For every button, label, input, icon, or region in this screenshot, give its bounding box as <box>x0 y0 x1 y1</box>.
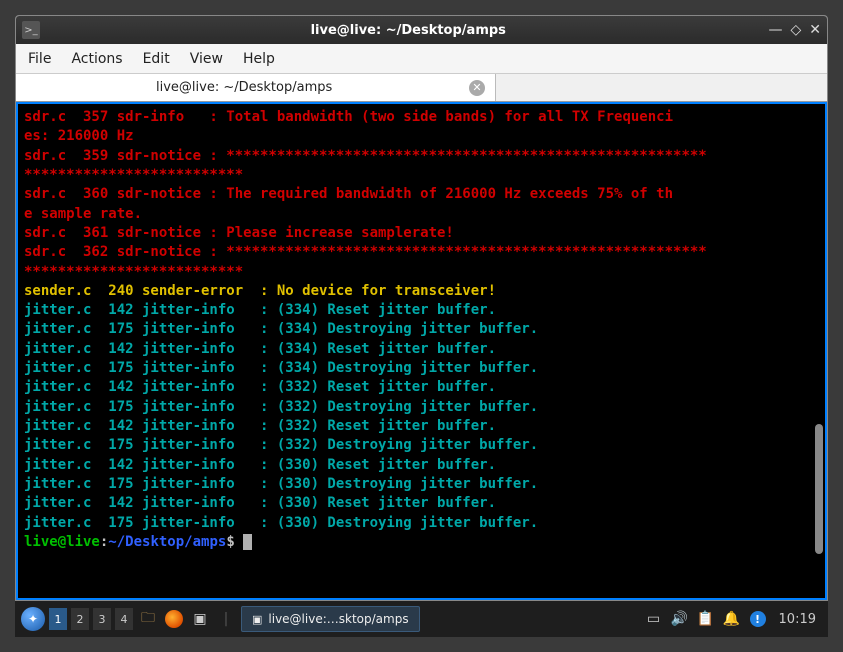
terminal-line: sdr.c 357 sdr-info : Total bandwidth (tw… <box>24 108 819 127</box>
tabbar: live@live: ~/Desktop/amps ✕ <box>16 74 827 102</box>
menu-file[interactable]: File <box>28 51 51 67</box>
terminal-line: sdr.c 360 sdr-notice : The required band… <box>24 185 819 204</box>
terminal-line: e sample rate. <box>24 205 819 224</box>
workspace-2[interactable]: 2 <box>71 608 89 630</box>
terminal-line: ************************** <box>24 263 819 282</box>
terminal-line: jitter.c 175 jitter-info : (332) Destroy… <box>24 436 819 455</box>
terminal-prompt[interactable]: live@live:~/Desktop/amps$ <box>24 533 819 552</box>
maximize-button[interactable]: ◇ <box>790 22 801 38</box>
close-button[interactable]: ✕ <box>809 22 821 38</box>
firefox-icon[interactable] <box>163 608 185 630</box>
terminal-line: jitter.c 175 jitter-info : (330) Destroy… <box>24 475 819 494</box>
taskbar-window-label: live@live:…sktop/amps <box>268 612 408 626</box>
terminal-line: jitter.c 175 jitter-info : (330) Destroy… <box>24 514 819 533</box>
cursor-icon <box>243 534 252 550</box>
window-title: live@live: ~/Desktop/amps <box>48 23 768 38</box>
terminal-line: jitter.c 175 jitter-info : (334) Destroy… <box>24 320 819 339</box>
terminal-line: sdr.c 362 sdr-notice : *****************… <box>24 243 819 262</box>
terminal-window: >_ live@live: ~/Desktop/amps — ◇ ✕ File … <box>15 15 828 601</box>
terminal-line: jitter.c 142 jitter-info : (330) Reset j… <box>24 456 819 475</box>
terminal-line: jitter.c 142 jitter-info : (334) Reset j… <box>24 301 819 320</box>
separator-icon: | <box>215 608 237 630</box>
terminal-line: jitter.c 142 jitter-info : (330) Reset j… <box>24 494 819 513</box>
terminal-app-icon: >_ <box>22 21 40 39</box>
terminal-line: ************************** <box>24 166 819 185</box>
titlebar[interactable]: >_ live@live: ~/Desktop/amps — ◇ ✕ <box>16 16 827 44</box>
terminal-line: jitter.c 142 jitter-info : (334) Reset j… <box>24 340 819 359</box>
file-manager-icon[interactable]: 🗀 <box>137 608 159 630</box>
menu-help[interactable]: Help <box>243 51 275 67</box>
tab-close-icon[interactable]: ✕ <box>469 80 485 96</box>
menubar: File Actions Edit View Help <box>16 44 827 74</box>
clipboard-icon[interactable]: 📋 <box>695 608 717 630</box>
tab-label: live@live: ~/Desktop/amps <box>156 80 332 95</box>
network-icon[interactable]: 🔔 <box>721 608 743 630</box>
terminal-tab[interactable]: live@live: ~/Desktop/amps ✕ <box>16 74 496 101</box>
terminal-line: sender.c 240 sender-error : No device fo… <box>24 282 819 301</box>
terminal-line: jitter.c 175 jitter-info : (334) Destroy… <box>24 359 819 378</box>
terminal-line: sdr.c 359 sdr-notice : *****************… <box>24 147 819 166</box>
terminal-line: jitter.c 142 jitter-info : (332) Reset j… <box>24 417 819 436</box>
terminal-line: es: 216000 Hz <box>24 127 819 146</box>
terminal-line: sdr.c 361 sdr-notice : Please increase s… <box>24 224 819 243</box>
workspace-3[interactable]: 3 <box>93 608 111 630</box>
window-controls: — ◇ ✕ <box>768 22 821 38</box>
terminal-output[interactable]: sdr.c 357 sdr-info : Total bandwidth (tw… <box>16 102 827 600</box>
menu-actions[interactable]: Actions <box>71 51 122 67</box>
clock[interactable]: 10:19 <box>773 612 822 627</box>
menu-view[interactable]: View <box>190 51 223 67</box>
terminal-line: jitter.c 142 jitter-info : (332) Reset j… <box>24 378 819 397</box>
volume-icon[interactable]: 🔊 <box>669 608 691 630</box>
taskbar-window-button[interactable]: ▣ live@live:…sktop/amps <box>241 606 420 632</box>
taskbar: ✦ 1 2 3 4 🗀 ▣ | ▣ live@live:…sktop/amps … <box>15 601 828 637</box>
start-menu-icon[interactable]: ✦ <box>21 607 45 631</box>
workspace-4[interactable]: 4 <box>115 608 133 630</box>
info-tray-icon[interactable]: ! <box>747 608 769 630</box>
menu-edit[interactable]: Edit <box>143 51 170 67</box>
terminal-line: jitter.c 175 jitter-info : (332) Destroy… <box>24 398 819 417</box>
workspace-1[interactable]: 1 <box>49 608 67 630</box>
show-desktop-icon[interactable]: ▭ <box>643 608 665 630</box>
minimize-button[interactable]: — <box>768 22 782 38</box>
taskbar-window-icon: ▣ <box>252 613 262 626</box>
scrollbar-thumb[interactable] <box>815 424 823 554</box>
terminal-launcher-icon[interactable]: ▣ <box>189 608 211 630</box>
